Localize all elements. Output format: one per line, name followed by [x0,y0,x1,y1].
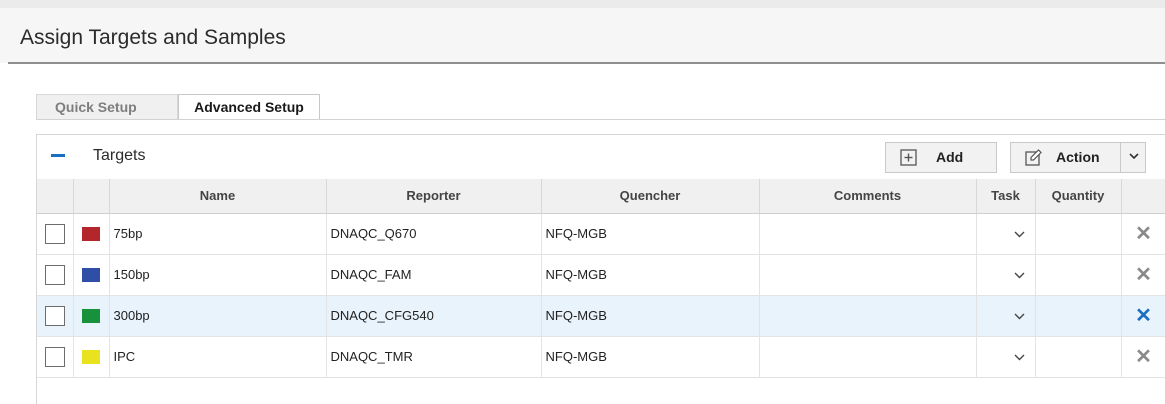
color-cell [73,254,110,296]
task-select[interactable] [976,295,1036,337]
quencher-value: NFQ-MGB [545,226,607,241]
header-delete [1121,179,1165,214]
close-icon: ✕ [1135,264,1152,286]
header-comments[interactable]: Comments [759,179,977,214]
target-color-swatch[interactable] [82,268,100,283]
header-color [73,179,110,214]
quencher-cell[interactable]: NFQ-MGB [541,213,760,255]
quantity-cell[interactable] [1035,213,1122,255]
chevron-down-icon [1014,354,1024,361]
add-label: Add [936,149,964,165]
table-row[interactable]: 75bp DNAQC_Q670 NFQ-MGB ✕ [37,213,1165,255]
table-row[interactable]: 300bp DNAQC_CFG540 NFQ-MGB ✕ [37,295,1165,337]
comments-cell[interactable] [759,254,977,296]
target-color-swatch[interactable] [82,350,100,365]
table-row[interactable]: 150bp DNAQC_FAM NFQ-MGB ✕ [37,254,1165,296]
close-icon: ✕ [1135,346,1152,368]
target-name: IPC [113,349,136,364]
chevron-down-icon [1014,272,1024,279]
row-checkbox[interactable] [44,223,65,244]
reporter-value: DNAQC_FAM [330,267,412,282]
action-dropdown-toggle[interactable] [1120,142,1146,173]
comments-cell[interactable] [759,213,977,255]
main-panel: Quick Setup Advanced Setup Targets Add A… [8,64,1165,404]
row-checkbox[interactable] [44,264,65,285]
row-select-cell [37,336,74,378]
section-title: Targets [93,147,146,164]
tab-advanced-setup[interactable]: Advanced Setup [178,94,320,120]
target-color-swatch[interactable] [82,309,100,324]
target-color-swatch[interactable] [82,227,100,242]
targets-panel: Targets Add Action Name Reporter Quenche… [36,134,1165,404]
delete-row-button[interactable]: ✕ [1121,213,1165,255]
reporter-value: DNAQC_Q670 [330,226,417,241]
quencher-cell[interactable]: NFQ-MGB [541,295,760,337]
table-row[interactable]: IPC DNAQC_TMR NFQ-MGB ✕ [37,336,1165,378]
quantity-cell[interactable] [1035,295,1122,337]
reporter-value: DNAQC_TMR [330,349,413,364]
color-cell [73,295,110,337]
reporter-cell[interactable]: DNAQC_TMR [326,336,542,378]
header-select [37,179,74,214]
plus-box-icon [900,149,917,166]
name-cell[interactable]: 150bp [109,254,327,296]
minus-icon [51,154,65,157]
header-quantity[interactable]: Quantity [1035,179,1122,214]
delete-row-button[interactable]: ✕ [1121,295,1165,337]
header-reporter[interactable]: Reporter [326,179,542,214]
targets-table: Name Reporter Quencher Comments Task Qua… [37,179,1165,378]
header-quencher[interactable]: Quencher [541,179,760,214]
name-cell[interactable]: IPC [109,336,327,378]
table-header-row: Name Reporter Quencher Comments Task Qua… [37,179,1165,214]
reporter-cell[interactable]: DNAQC_FAM [326,254,542,296]
tab-quick-setup[interactable]: Quick Setup [36,94,178,120]
quencher-value: NFQ-MGB [545,267,607,282]
target-name: 150bp [113,267,150,282]
edit-icon [1025,149,1042,166]
chevron-down-icon [1014,313,1024,320]
name-cell[interactable]: 300bp [109,295,327,337]
close-icon: ✕ [1135,305,1152,327]
row-checkbox[interactable] [44,346,65,367]
targets-table-body: 75bp DNAQC_Q670 NFQ-MGB ✕ 150bp DNAQC_FAM NFQ-… [37,213,1165,378]
top-strip [0,0,1165,8]
reporter-value: DNAQC_CFG540 [330,308,434,323]
quantity-cell[interactable] [1035,336,1122,378]
chevron-down-icon [1014,231,1024,238]
delete-row-button[interactable]: ✕ [1121,254,1165,296]
name-cell[interactable]: 75bp [109,213,327,255]
targets-section-bar: Targets Add Action [37,135,1165,179]
row-select-cell [37,213,74,255]
add-target-button[interactable]: Add [885,142,997,173]
page-header: Assign Targets and Samples [0,8,1165,63]
reporter-cell[interactable]: DNAQC_Q670 [326,213,542,255]
close-icon: ✕ [1135,223,1152,245]
header-name[interactable]: Name [109,179,327,214]
action-label: Action [1056,149,1100,165]
collapse-targets-button[interactable] [43,143,73,171]
target-name: 300bp [113,308,150,323]
quantity-cell[interactable] [1035,254,1122,296]
quencher-value: NFQ-MGB [545,308,607,323]
row-checkbox[interactable] [44,305,65,326]
comments-cell[interactable] [759,295,977,337]
quencher-cell[interactable]: NFQ-MGB [541,336,760,378]
target-name: 75bp [113,226,143,241]
chevron-down-icon [1129,153,1139,160]
row-select-cell [37,295,74,337]
tabs-divider [36,119,1165,120]
color-cell [73,213,110,255]
delete-row-button[interactable]: ✕ [1121,336,1165,378]
task-select[interactable] [976,254,1036,296]
comments-cell[interactable] [759,336,977,378]
quencher-cell[interactable]: NFQ-MGB [541,254,760,296]
quencher-value: NFQ-MGB [545,349,607,364]
task-select[interactable] [976,336,1036,378]
task-select[interactable] [976,213,1036,255]
page-title: Assign Targets and Samples [20,26,286,49]
color-cell [73,336,110,378]
header-task[interactable]: Task [976,179,1036,214]
reporter-cell[interactable]: DNAQC_CFG540 [326,295,542,337]
row-select-cell [37,254,74,296]
